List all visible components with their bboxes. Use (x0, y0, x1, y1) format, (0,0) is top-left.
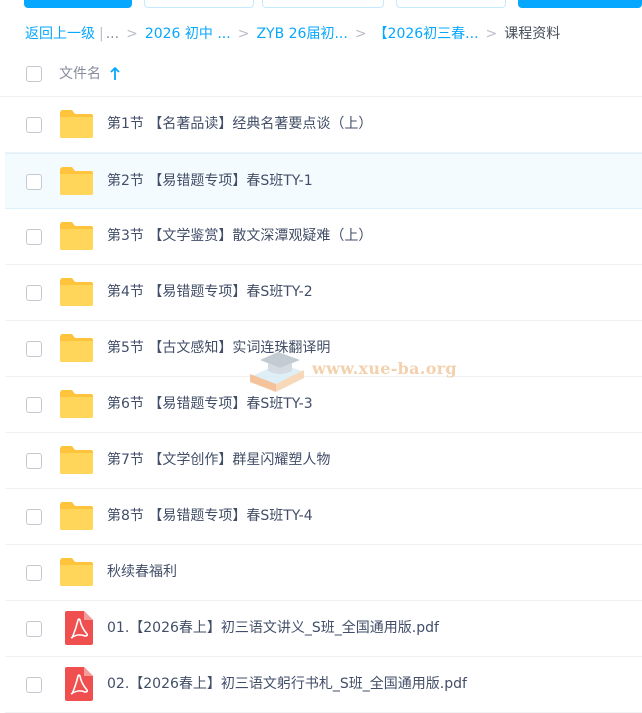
row-checkbox[interactable] (26, 565, 42, 581)
folder-icon (60, 167, 93, 195)
folder-row[interactable]: 第3节 【文学鉴赏】散文深潭观疑难（上） (5, 209, 642, 265)
row-checkbox[interactable] (26, 397, 42, 413)
toolbar-button-3[interactable] (262, 0, 384, 8)
breadcrumb-separator: > (354, 26, 367, 42)
watermark-text: www.xue-ba.org (312, 359, 457, 378)
folder-row[interactable]: 第4节 【易错题专项】春S班TY-2 (5, 265, 642, 321)
file-name[interactable]: 第2节 【易错题专项】春S班TY-1 (107, 171, 313, 191)
row-checkbox[interactable] (26, 285, 42, 301)
file-name[interactable]: 01.【2026春上】初三语文讲义_S班_全国通用版.pdf (107, 618, 439, 638)
file-name[interactable]: 第3节 【文学鉴赏】散文深潭观疑难（上） (107, 226, 372, 246)
folder-row[interactable]: 第1节 【名著品读】经典名著要点谈（上） (5, 97, 642, 153)
pdf-icon (65, 667, 93, 701)
file-name[interactable]: 第1节 【名著品读】经典名著要点谈（上） (107, 114, 372, 134)
row-checkbox[interactable] (26, 229, 42, 245)
file-row[interactable]: 01.【2026春上】初三语文讲义_S班_全国通用版.pdf (5, 601, 642, 657)
folder-icon (60, 446, 93, 474)
folder-icon (60, 278, 93, 306)
row-checkbox[interactable] (26, 174, 42, 190)
folder-row[interactable]: 秋续春福利 (5, 545, 642, 601)
back-link[interactable]: 返回上一级 (25, 26, 95, 42)
toolbar (0, 0, 642, 10)
breadcrumb-separator: > (126, 26, 138, 42)
folder-icon (60, 558, 93, 586)
file-name[interactable]: 02.【2026春上】初三语文躬行书札_S班_全国通用版.pdf (107, 674, 467, 694)
graduation-cap-logo-icon (250, 352, 304, 392)
toolbar-primary-button-2[interactable] (518, 0, 642, 8)
folder-icon (60, 502, 93, 530)
pdf-icon (65, 611, 93, 645)
toolbar-button-4[interactable] (396, 0, 506, 8)
file-name[interactable]: 秋续春福利 (107, 562, 177, 582)
file-list-header: 文件名 (0, 60, 642, 96)
breadcrumb-separator: > (485, 26, 498, 42)
row-checkbox[interactable] (26, 621, 42, 637)
folder-row[interactable]: 第8节 【易错题专项】春S班TY-4 (5, 489, 642, 545)
breadcrumb-ellipsis[interactable]: ... (106, 26, 119, 42)
folder-row[interactable]: 第7节 【文学创作】群星闪耀塑人物 (5, 433, 642, 489)
row-checkbox[interactable] (26, 509, 42, 525)
breadcrumb-item-zyb[interactable]: ZYB 26届初... (256, 26, 347, 42)
column-header-filename[interactable]: 文件名 (59, 65, 101, 83)
watermark: www.xue-ba.org (246, 346, 466, 398)
row-checkbox[interactable] (26, 677, 42, 693)
breadcrumb-item-2026-junior[interactable]: 2026 初中 ... (145, 26, 231, 42)
breadcrumb-bar-separator: | (99, 26, 104, 42)
toolbar-button-2[interactable] (144, 0, 254, 8)
folder-icon (60, 222, 93, 250)
select-all-checkbox[interactable] (26, 66, 42, 82)
arrow-up-icon[interactable] (110, 67, 120, 81)
file-name[interactable]: 第4节 【易错题专项】春S班TY-2 (107, 282, 313, 302)
breadcrumb-item-spring[interactable]: 【2026初三春... (374, 26, 479, 42)
row-checkbox[interactable] (26, 453, 42, 469)
file-row[interactable]: 02.【2026春上】初三语文躬行书札_S班_全国通用版.pdf (5, 657, 642, 713)
folder-icon (60, 334, 93, 362)
breadcrumb: 返回上一级 |... >2026 初中 ... > ZYB 26届初... > 【2026初… (25, 22, 635, 46)
breadcrumb-separator: > (237, 26, 250, 42)
row-checkbox[interactable] (26, 117, 42, 133)
file-name[interactable]: 第8节 【易错题专项】春S班TY-4 (107, 506, 313, 526)
file-name[interactable]: 第7节 【文学创作】群星闪耀塑人物 (107, 450, 330, 470)
folder-icon (60, 390, 93, 418)
breadcrumb-current: 课程资料 (504, 26, 561, 42)
upload-button[interactable] (24, 0, 132, 8)
folder-icon (60, 110, 93, 138)
row-checkbox[interactable] (26, 341, 42, 357)
folder-row[interactable]: 第2节 【易错题专项】春S班TY-1 (5, 153, 642, 209)
